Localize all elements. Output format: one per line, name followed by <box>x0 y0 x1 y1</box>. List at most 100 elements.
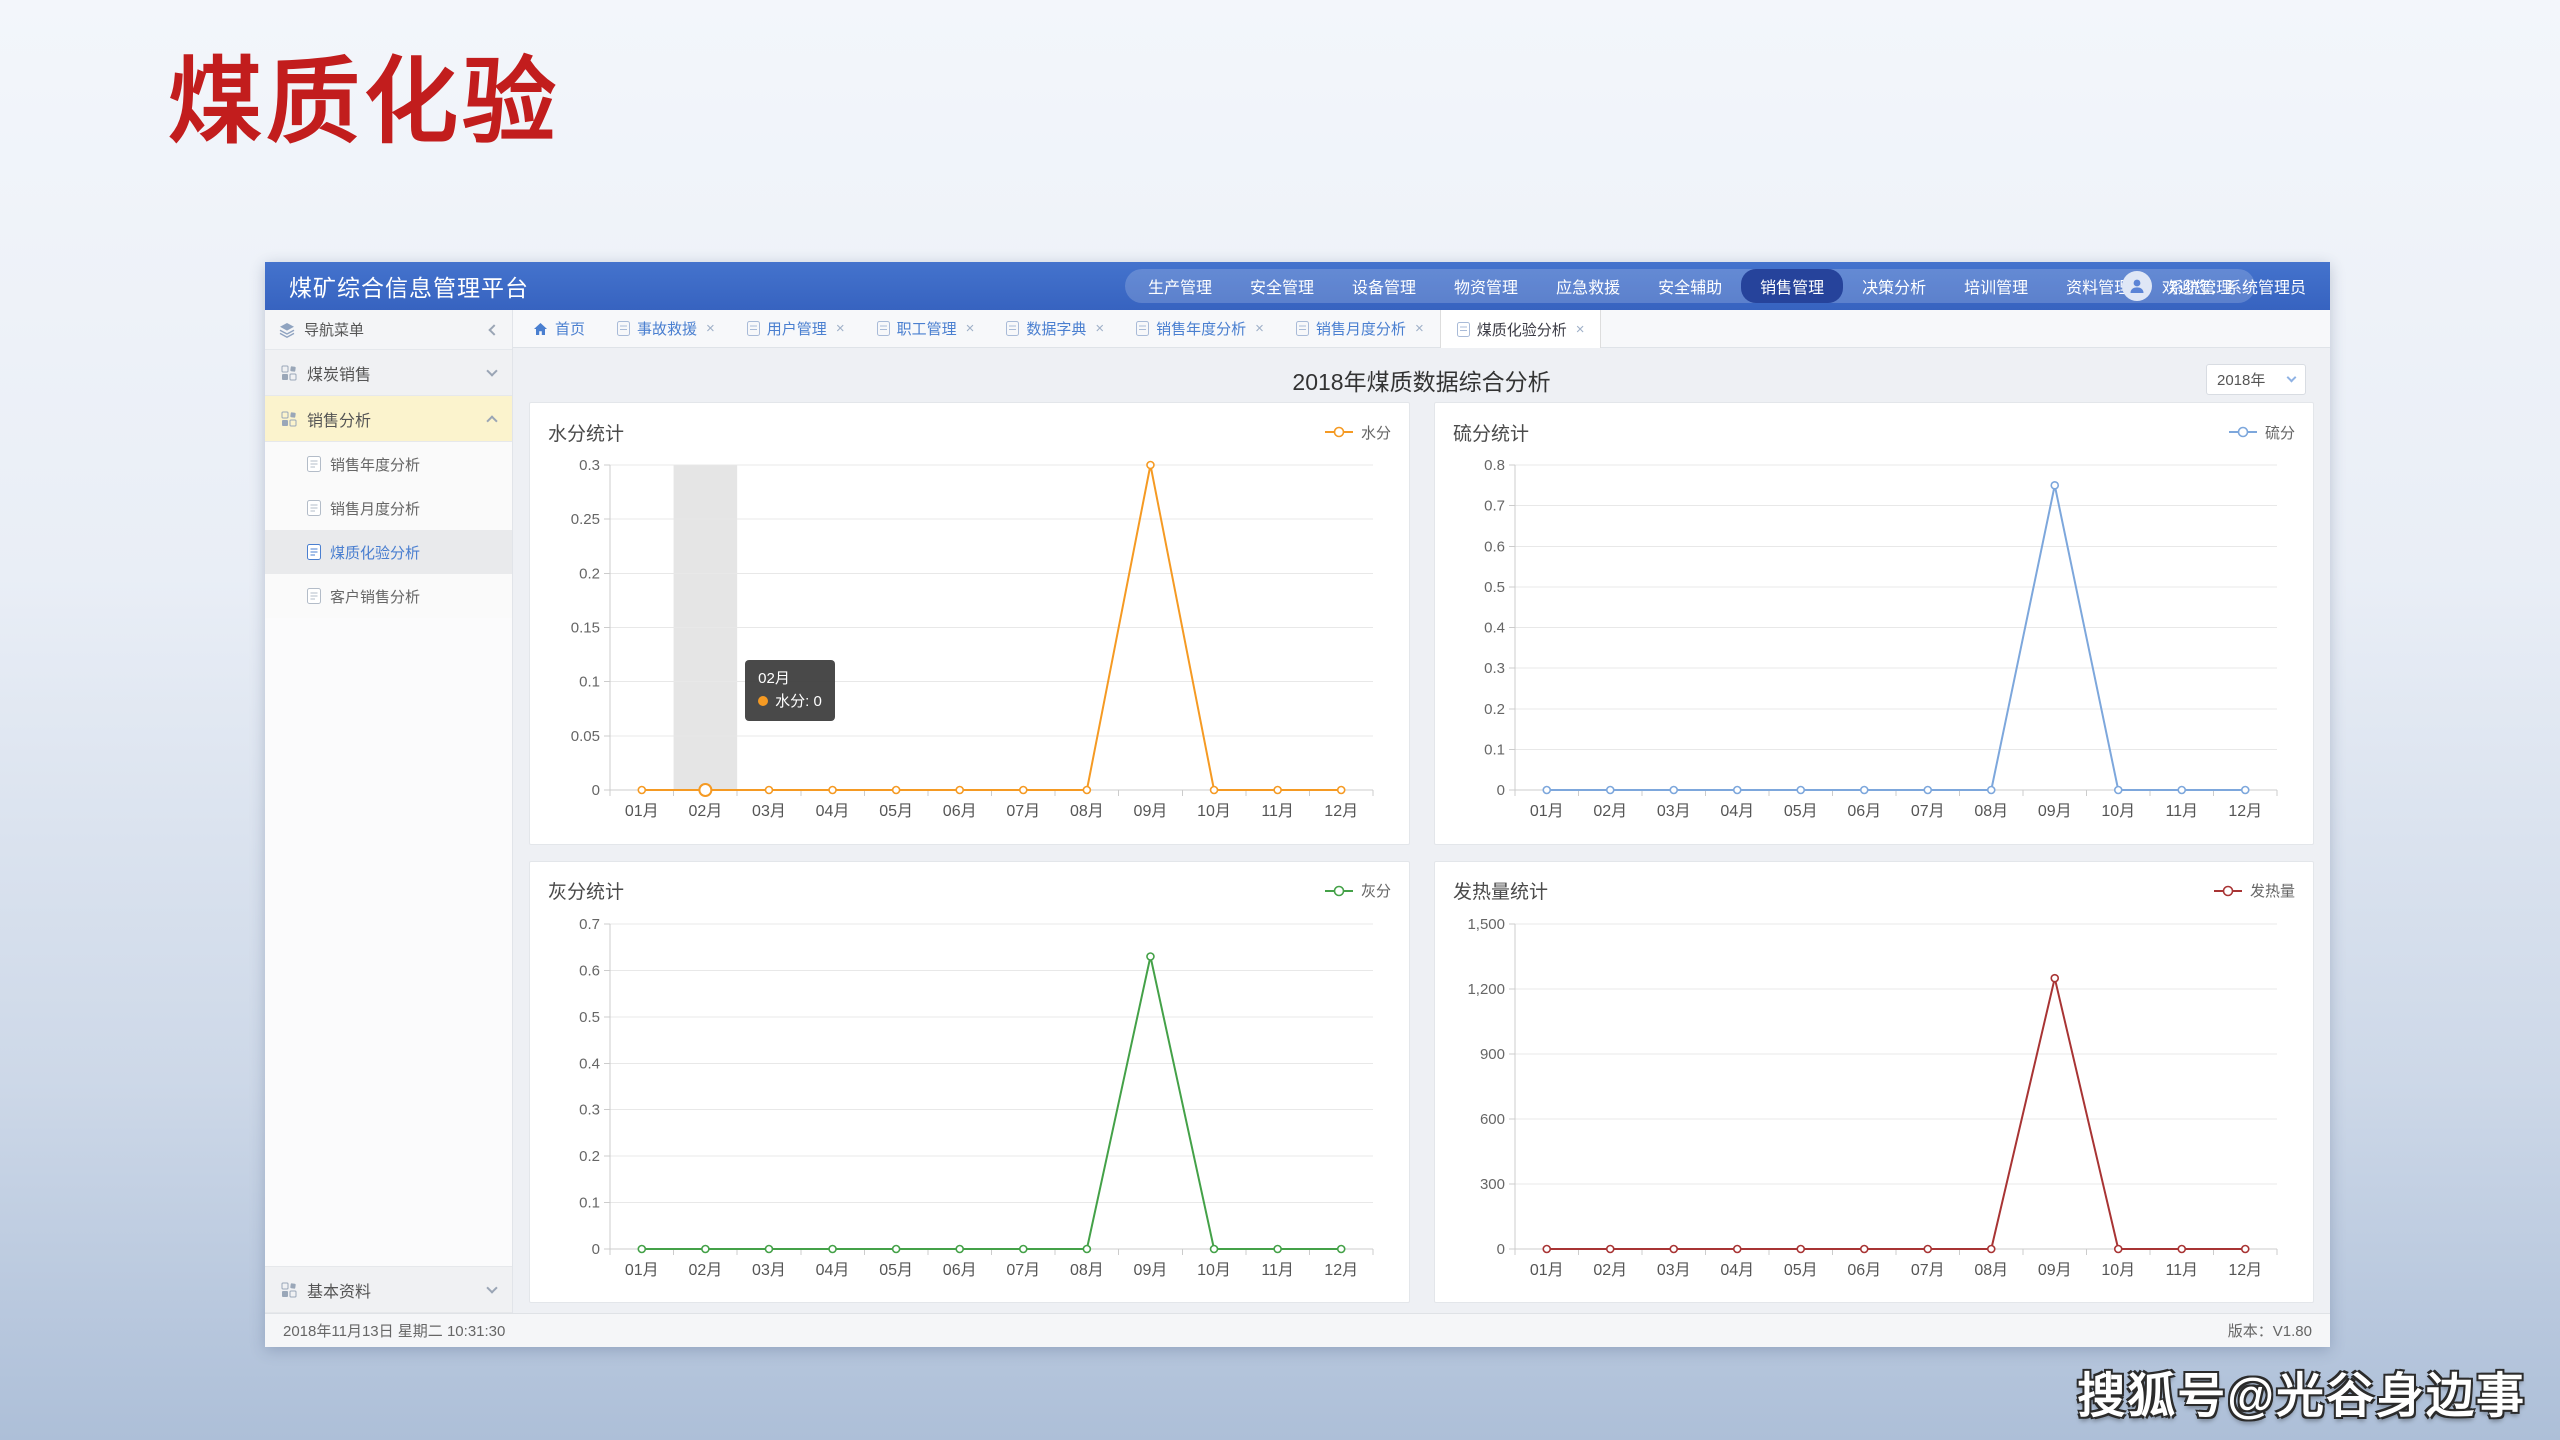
series-line <box>1547 485 2246 790</box>
svg-text:02月: 02月 <box>688 803 722 820</box>
svg-text:09月: 09月 <box>1134 803 1168 820</box>
nav-item-1[interactable]: 安全管理 <box>1231 269 1333 303</box>
svg-text:05月: 05月 <box>879 803 913 820</box>
legend-item[interactable]: 硫分 <box>2228 422 2295 443</box>
tab-0[interactable]: 首页 <box>517 310 601 347</box>
legend-item[interactable]: 发热量 <box>2213 880 2295 901</box>
line-series-legend-icon <box>1324 425 1354 439</box>
chart-plot-area[interactable]: 00.10.20.30.40.50.60.70.801月02月03月04月05月… <box>1453 449 2295 832</box>
chevron-left-icon[interactable] <box>488 324 499 335</box>
sidebar-item-1-0[interactable]: 销售年度分析 <box>265 442 512 486</box>
svg-text:0.7: 0.7 <box>1484 498 1505 515</box>
legend-item[interactable]: 灰分 <box>1324 880 1391 901</box>
close-icon[interactable]: × <box>706 320 715 337</box>
sidebar-group-bottom[interactable]: 基本资料 <box>265 1267 512 1313</box>
close-icon[interactable]: × <box>966 320 975 337</box>
sidebar-item-1-3[interactable]: 客户销售分析 <box>265 574 512 618</box>
chart-svg: 03006009001,2001,50001月02月03月04月05月06月07… <box>1453 908 2295 1291</box>
chart-plot-area[interactable]: 00.050.10.150.20.250.301月02月03月04月05月06月… <box>548 449 1391 832</box>
svg-text:0.1: 0.1 <box>579 674 600 691</box>
tab-bar: 首页事故救援×用户管理×职工管理×数据字典×销售年度分析×销售月度分析×煤质化验… <box>513 310 2330 348</box>
line-series-legend-icon <box>1324 884 1354 898</box>
nav-item-4[interactable]: 应急救援 <box>1537 269 1639 303</box>
tab-label: 用户管理 <box>767 318 827 339</box>
svg-text:0.1: 0.1 <box>579 1194 600 1211</box>
nav-item-6[interactable]: 销售管理 <box>1741 269 1843 303</box>
nav-item-5[interactable]: 安全辅助 <box>1639 269 1741 303</box>
svg-text:05月: 05月 <box>1784 803 1818 820</box>
document-icon <box>1006 321 1019 336</box>
tab-3[interactable]: 职工管理× <box>861 310 991 347</box>
data-point <box>1083 787 1090 794</box>
svg-text:900: 900 <box>1480 1046 1505 1063</box>
close-icon[interactable]: × <box>1415 320 1424 337</box>
chart-title: 硫分统计 <box>1453 419 1529 446</box>
tab-7[interactable]: 煤质化验分析 × <box>1440 310 1602 348</box>
close-icon[interactable]: × <box>1095 320 1104 337</box>
svg-text:0.4: 0.4 <box>579 1055 600 1072</box>
line-series-legend-icon <box>2213 884 2243 898</box>
svg-text:10月: 10月 <box>1197 803 1231 820</box>
svg-text:06月: 06月 <box>1847 803 1881 820</box>
document-icon <box>307 544 321 560</box>
chart-plot-area[interactable]: 00.10.20.30.40.50.60.701月02月03月04月05月06月… <box>548 908 1391 1291</box>
nav-item-3[interactable]: 物资管理 <box>1435 269 1537 303</box>
right-column: 首页事故救援×用户管理×职工管理×数据字典×销售年度分析×销售月度分析×煤质化验… <box>513 310 2330 1313</box>
data-point <box>2242 787 2249 794</box>
chart-card-0: 水分统计 水分 00.050.10.150.20.250.301月02月03月0… <box>529 402 1410 845</box>
sidebar-group-1[interactable]: 销售分析 <box>265 396 512 442</box>
page-title: 2018年煤质数据综合分析 <box>1292 363 1550 397</box>
sidebar-item-1-1[interactable]: 销售月度分析 <box>265 486 512 530</box>
svg-text:0.2: 0.2 <box>1484 701 1505 718</box>
svg-text:0.3: 0.3 <box>579 1101 600 1118</box>
tab-5[interactable]: 销售年度分析× <box>1120 310 1280 347</box>
nav-item-7[interactable]: 决策分析 <box>1843 269 1945 303</box>
svg-text:07月: 07月 <box>1911 1262 1945 1279</box>
tab-1[interactable]: 事故救援× <box>601 310 731 347</box>
data-point <box>893 787 900 794</box>
svg-text:06月: 06月 <box>943 1262 977 1279</box>
tab-4[interactable]: 数据字典× <box>990 310 1120 347</box>
chart-card-header: 发热量统计 发热量 <box>1453 874 2295 908</box>
data-point <box>1861 1245 1868 1252</box>
svg-text:05月: 05月 <box>1784 1262 1818 1279</box>
close-icon[interactable]: × <box>1255 320 1264 337</box>
tab-6[interactable]: 销售月度分析× <box>1280 310 1440 347</box>
legend-item[interactable]: 水分 <box>1324 422 1391 443</box>
chart-card-3: 发热量统计 发热量 03006009001,2001,50001月02月03月0… <box>1434 861 2314 1304</box>
svg-text:0.2: 0.2 <box>579 1148 600 1165</box>
app-window: 煤矿综合信息管理平台 生产管理安全管理设备管理物资管理应急救援安全辅助销售管理决… <box>265 262 2330 1347</box>
svg-text:0.5: 0.5 <box>1484 579 1505 596</box>
sidebar-group-label: 煤炭销售 <box>307 361 371 385</box>
data-point <box>1924 1245 1931 1252</box>
svg-text:08月: 08月 <box>1070 1262 1104 1279</box>
chart-title: 水分统计 <box>548 419 624 446</box>
data-point <box>1147 953 1154 960</box>
tab-2[interactable]: 用户管理 × <box>731 310 861 347</box>
svg-text:0.15: 0.15 <box>571 620 600 637</box>
sidebar-item-1-2[interactable]: 煤质化验分析 <box>265 530 512 574</box>
data-point <box>956 787 963 794</box>
svg-text:0.3: 0.3 <box>1484 660 1505 677</box>
close-icon[interactable]: × <box>836 320 845 337</box>
close-icon[interactable]: × <box>1576 321 1585 338</box>
chart-plot-area[interactable]: 03006009001,2001,50001月02月03月04月05月06月07… <box>1453 908 2295 1291</box>
series-line <box>1547 978 2246 1249</box>
nav-item-2[interactable]: 设备管理 <box>1333 269 1435 303</box>
user-block[interactable]: 欢迎您：系统管理员 <box>2122 262 2306 310</box>
data-point <box>1797 787 1804 794</box>
status-datetime: 2018年11月13日 星期二 10:31:30 <box>283 1320 505 1341</box>
data-point <box>1211 787 1218 794</box>
sidebar-group-0[interactable]: 煤炭销售 <box>265 350 512 396</box>
data-point <box>765 1245 772 1252</box>
svg-text:06月: 06月 <box>943 803 977 820</box>
year-select[interactable]: 2018年 <box>2206 364 2306 395</box>
document-icon <box>1136 321 1149 336</box>
data-point <box>765 787 772 794</box>
nav-item-8[interactable]: 培训管理 <box>1945 269 2047 303</box>
svg-text:09月: 09月 <box>1134 1262 1168 1279</box>
tab-label: 煤质化验分析 <box>1477 319 1567 340</box>
chevron-up-icon <box>486 415 497 426</box>
nav-item-0[interactable]: 生产管理 <box>1129 269 1231 303</box>
data-point <box>1338 787 1345 794</box>
